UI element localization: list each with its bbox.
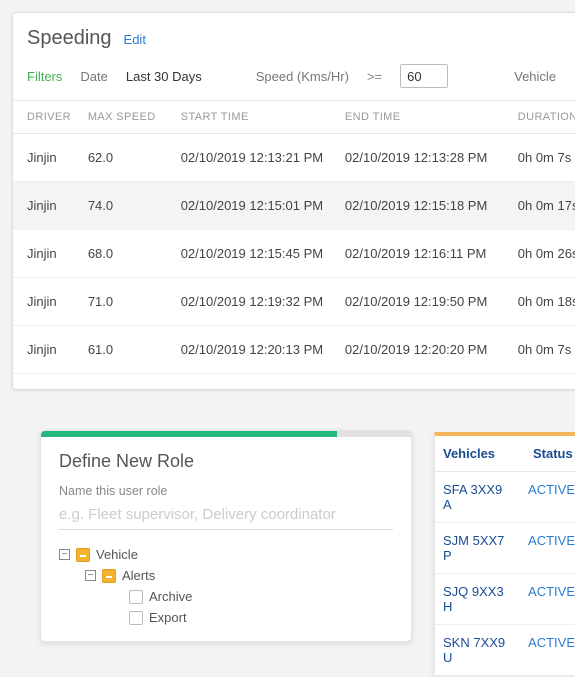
checkbox-partial[interactable]	[102, 569, 116, 583]
filters-label[interactable]: Filters	[27, 69, 62, 84]
filters-bar: Filters Date Last 30 Days Speed (Kms/Hr)…	[13, 60, 575, 101]
table-row[interactable]: Jinjin 74.0 02/10/2019 12:15:01 PM 02/10…	[13, 182, 575, 230]
cell-driver: Jinjin	[13, 134, 78, 182]
vehicle-row[interactable]: SFA 3XX9 A ACTIVE	[435, 472, 575, 523]
checkbox-empty[interactable]	[129, 590, 143, 604]
cell-end: 02/10/2019 12:16:11 PM	[335, 230, 508, 278]
vehicle-row[interactable]: SJQ 9XX3 H ACTIVE	[435, 574, 575, 625]
vehicle-row[interactable]: SJM 5XX7 P ACTIVE	[435, 523, 575, 574]
define-role-card: Define New Role Name this user role − Ve…	[40, 430, 412, 642]
vehicle-status: ACTIVE	[520, 625, 575, 675]
report-header: Speeding Edit	[13, 13, 575, 60]
vehicle-status: ACTIVE	[520, 523, 575, 573]
vehicle-status: ACTIVE	[520, 472, 575, 522]
cell-speed: 68.0	[78, 230, 171, 278]
speed-threshold-input[interactable]	[400, 64, 448, 88]
cell-driver: Jinjin	[13, 230, 78, 278]
cell-start: 02/10/2019 12:19:32 PM	[171, 278, 335, 326]
vehicle-id: SJQ 9XX3 H	[435, 574, 520, 624]
date-filter-label[interactable]: Date	[80, 69, 107, 84]
checkbox-empty[interactable]	[129, 611, 143, 625]
cell-end: 02/10/2019 12:19:50 PM	[335, 278, 508, 326]
edit-report-link[interactable]: Edit	[124, 32, 146, 47]
col-vehicles[interactable]: Vehicles	[435, 436, 525, 471]
cell-speed: 71.0	[78, 278, 171, 326]
table-row[interactable]: Jinjin 71.0 02/10/2019 12:19:32 PM 02/10…	[13, 278, 575, 326]
cell-driver: Jinjin	[13, 182, 78, 230]
role-card-title: Define New Role	[59, 451, 393, 472]
cell-duration: 0h 0m 17s	[508, 182, 575, 230]
collapse-icon[interactable]: −	[59, 549, 70, 560]
cell-speed: 61.0	[78, 326, 171, 374]
date-filter-value[interactable]: Last 30 Days	[126, 69, 202, 84]
col-driver[interactable]: DRIVER	[13, 101, 78, 134]
col-duration[interactable]: DURATION	[508, 101, 575, 134]
cell-driver: Jinjin	[13, 326, 78, 374]
col-max-speed[interactable]: MAX SPEED	[78, 101, 171, 134]
role-name-label: Name this user role	[59, 484, 393, 498]
cell-end: 02/10/2019 12:20:20 PM	[335, 326, 508, 374]
cell-start: 02/10/2019 12:13:21 PM	[171, 134, 335, 182]
col-status[interactable]: Status	[525, 436, 575, 471]
cell-driver: Jinjin	[13, 278, 78, 326]
cell-end: 02/10/2019 12:15:18 PM	[335, 182, 508, 230]
col-end-time[interactable]: END TIME	[335, 101, 508, 134]
vehicles-card: Vehicles Status SFA 3XX9 A ACTIVE SJM 5X…	[434, 432, 575, 677]
tree-label: Vehicle	[96, 547, 138, 562]
tree-node-alerts[interactable]: − Alerts	[59, 565, 393, 586]
cell-start: 02/10/2019 12:15:01 PM	[171, 182, 335, 230]
vehicle-row[interactable]: SKN 7XX9 U ACTIVE	[435, 625, 575, 676]
vehicle-status: ACTIVE	[520, 574, 575, 624]
col-start-time[interactable]: START TIME	[171, 101, 335, 134]
collapse-icon[interactable]: −	[85, 570, 96, 581]
cell-duration: 0h 0m 7s	[508, 134, 575, 182]
report-title: Speeding	[27, 27, 112, 50]
table-row[interactable]: Jinjin 62.0 02/10/2019 12:13:21 PM 02/10…	[13, 134, 575, 182]
cell-duration: 0h 0m 18s	[508, 278, 575, 326]
cell-start: 02/10/2019 12:15:45 PM	[171, 230, 335, 278]
vehicle-id: SKN 7XX9 U	[435, 625, 520, 675]
cell-duration: 0h 0m 26s	[508, 230, 575, 278]
cell-speed: 62.0	[78, 134, 171, 182]
tree-node-vehicle[interactable]: − Vehicle	[59, 544, 393, 565]
vehicle-id: SFA 3XX9 A	[435, 472, 520, 522]
vehicle-id: SJM 5XX7 P	[435, 523, 520, 573]
vehicles-header: Vehicles Status	[435, 436, 575, 472]
tree-label: Archive	[149, 589, 192, 604]
role-name-input[interactable]	[59, 502, 393, 530]
cell-end: 02/10/2019 12:13:28 PM	[335, 134, 508, 182]
tree-label: Export	[149, 610, 187, 625]
cell-start: 02/10/2019 12:20:13 PM	[171, 326, 335, 374]
cell-speed: 74.0	[78, 182, 171, 230]
cell-duration: 0h 0m 7s	[508, 326, 575, 374]
tree-node-export[interactable]: Export	[59, 607, 393, 628]
speeding-report-card: Speeding Edit Filters Date Last 30 Days …	[12, 12, 575, 390]
tree-label: Alerts	[122, 568, 155, 583]
table-row[interactable]: Jinjin 68.0 02/10/2019 12:15:45 PM 02/10…	[13, 230, 575, 278]
speed-filter-operator[interactable]: >=	[367, 69, 382, 84]
speed-filter-label: Speed (Kms/Hr)	[256, 69, 349, 84]
tree-node-archive[interactable]: Archive	[59, 586, 393, 607]
permissions-tree: − Vehicle − Alerts Archive Export	[59, 544, 393, 628]
checkbox-partial[interactable]	[76, 548, 90, 562]
table-row[interactable]: Jinjin 61.0 02/10/2019 12:20:13 PM 02/10…	[13, 326, 575, 374]
speeding-table: DRIVER MAX SPEED START TIME END TIME DUR…	[13, 101, 575, 374]
vehicle-filter-label[interactable]: Vehicle	[514, 69, 556, 84]
